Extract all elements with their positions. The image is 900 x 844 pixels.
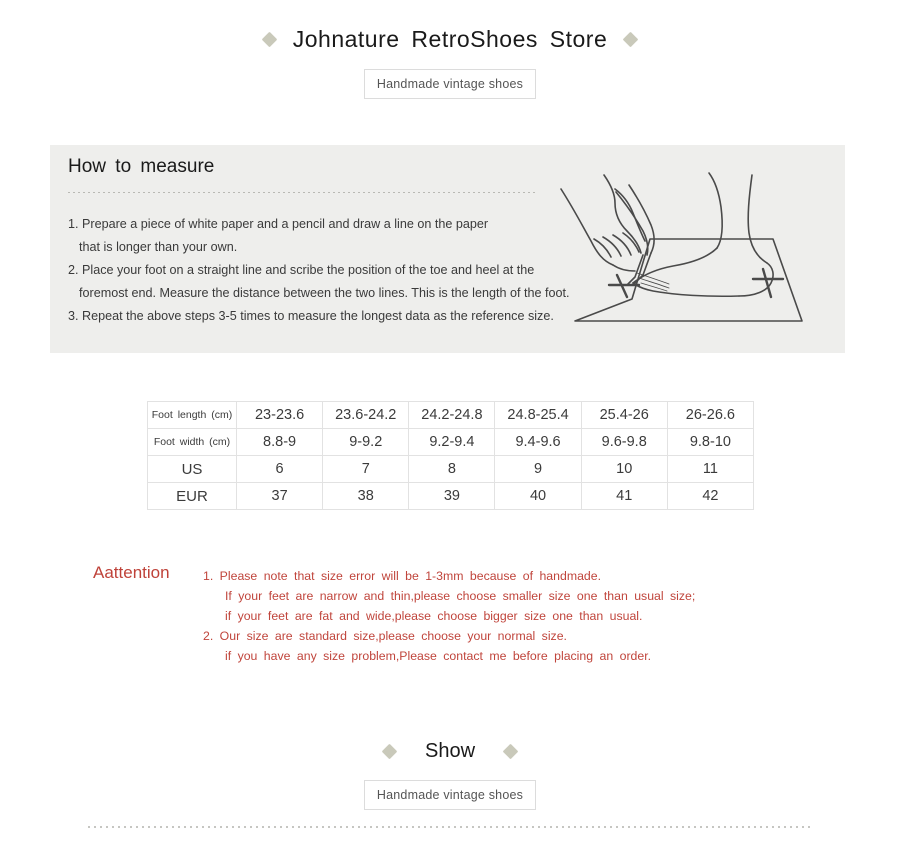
table-cell: 9.6-9.8	[580, 428, 668, 456]
table-cell: 40	[494, 482, 582, 510]
how-to-measure-title: How to measure	[68, 156, 215, 177]
row-header-foot-length: Foot length (cm)	[147, 401, 237, 429]
row-header-us: US	[147, 455, 237, 483]
diamond-icon-left	[261, 31, 278, 48]
table-row: US 6 7 8 9 10 11	[147, 455, 755, 483]
store-title: Johnature RetroShoes Store	[292, 26, 608, 52]
foot-tracing-illustration	[560, 172, 803, 322]
dotted-divider	[68, 192, 535, 193]
attention-line: 1. Please note that size error will be 1…	[203, 569, 602, 583]
measure-step-line: 1. Prepare a piece of white paper and a …	[68, 217, 489, 231]
row-header-eur: EUR	[147, 482, 237, 510]
measure-step-line: foremost end. Measure the distance betwe…	[79, 286, 570, 300]
attention-line: If your feet are narrow and thin,please …	[225, 589, 696, 603]
table-cell: 26-26.6	[666, 401, 755, 429]
table-cell: 24.2-24.8	[408, 401, 496, 429]
table-cell: 23.6-24.2	[322, 401, 410, 429]
table-cell: 9.8-10	[666, 428, 755, 456]
table-cell: 11	[666, 455, 755, 483]
tagline-text-top: Handmade vintage shoes	[376, 77, 524, 91]
tagline-text-bottom: Handmade vintage shoes	[376, 788, 524, 802]
table-cell: 37	[235, 482, 324, 510]
table-cell: 39	[408, 482, 496, 510]
diamond-icon-right	[502, 743, 519, 760]
table-row: EUR 37 38 39 40 41 42	[147, 482, 755, 510]
show-title: Show	[424, 740, 476, 762]
tagline-box-bottom: Handmade vintage shoes	[364, 780, 536, 810]
measure-step-line: 2. Place your foot on a straight line an…	[68, 263, 535, 277]
table-cell: 42	[666, 482, 755, 510]
diamond-icon-left	[381, 743, 398, 760]
diamond-icon-right	[622, 31, 639, 48]
table-cell: 8.8-9	[235, 428, 324, 456]
table-row: Foot length (cm) 23-23.6 23.6-24.2 24.2-…	[147, 401, 755, 429]
attention-title: Aattention	[93, 563, 170, 582]
table-cell: 24.8-25.4	[494, 401, 582, 429]
attention-line: if your feet are fat and wide,please cho…	[225, 609, 643, 623]
show-header: Show	[0, 740, 900, 763]
attention-line: if you have any size problem,Please cont…	[225, 649, 652, 663]
table-row: Foot width (cm) 8.8-9 9-9.2 9.2-9.4 9.4-…	[147, 428, 755, 456]
table-cell: 8	[408, 455, 496, 483]
bottom-dotted-divider	[88, 826, 810, 828]
how-to-measure-panel: How to measure 1. Prepare a piece of whi…	[50, 145, 845, 353]
table-cell: 10	[580, 455, 668, 483]
table-cell: 9	[494, 455, 582, 483]
measure-step-line: that is longer than your own.	[79, 240, 238, 254]
table-cell: 25.4-26	[580, 401, 668, 429]
size-chart-table: Foot length (cm) 23-23.6 23.6-24.2 24.2-…	[147, 401, 755, 510]
store-header: Johnature RetroShoes Store	[0, 26, 900, 53]
table-cell: 9.4-9.6	[494, 428, 582, 456]
table-cell: 38	[322, 482, 410, 510]
table-cell: 23-23.6	[235, 401, 324, 429]
table-cell: 9-9.2	[322, 428, 410, 456]
table-cell: 41	[580, 482, 668, 510]
measure-step-line: 3. Repeat the above steps 3-5 times to m…	[68, 309, 554, 323]
attention-lines: 1. Please note that size error will be 1…	[203, 566, 823, 666]
tagline-box-top: Handmade vintage shoes	[364, 69, 536, 99]
attention-line: 2. Our size are standard size,please cho…	[203, 629, 567, 643]
table-cell: 6	[235, 455, 324, 483]
table-cell: 9.2-9.4	[408, 428, 496, 456]
row-header-foot-width: Foot width (cm)	[147, 428, 237, 456]
table-cell: 7	[322, 455, 410, 483]
measure-steps-list: 1. Prepare a piece of white paper and a …	[68, 213, 628, 328]
